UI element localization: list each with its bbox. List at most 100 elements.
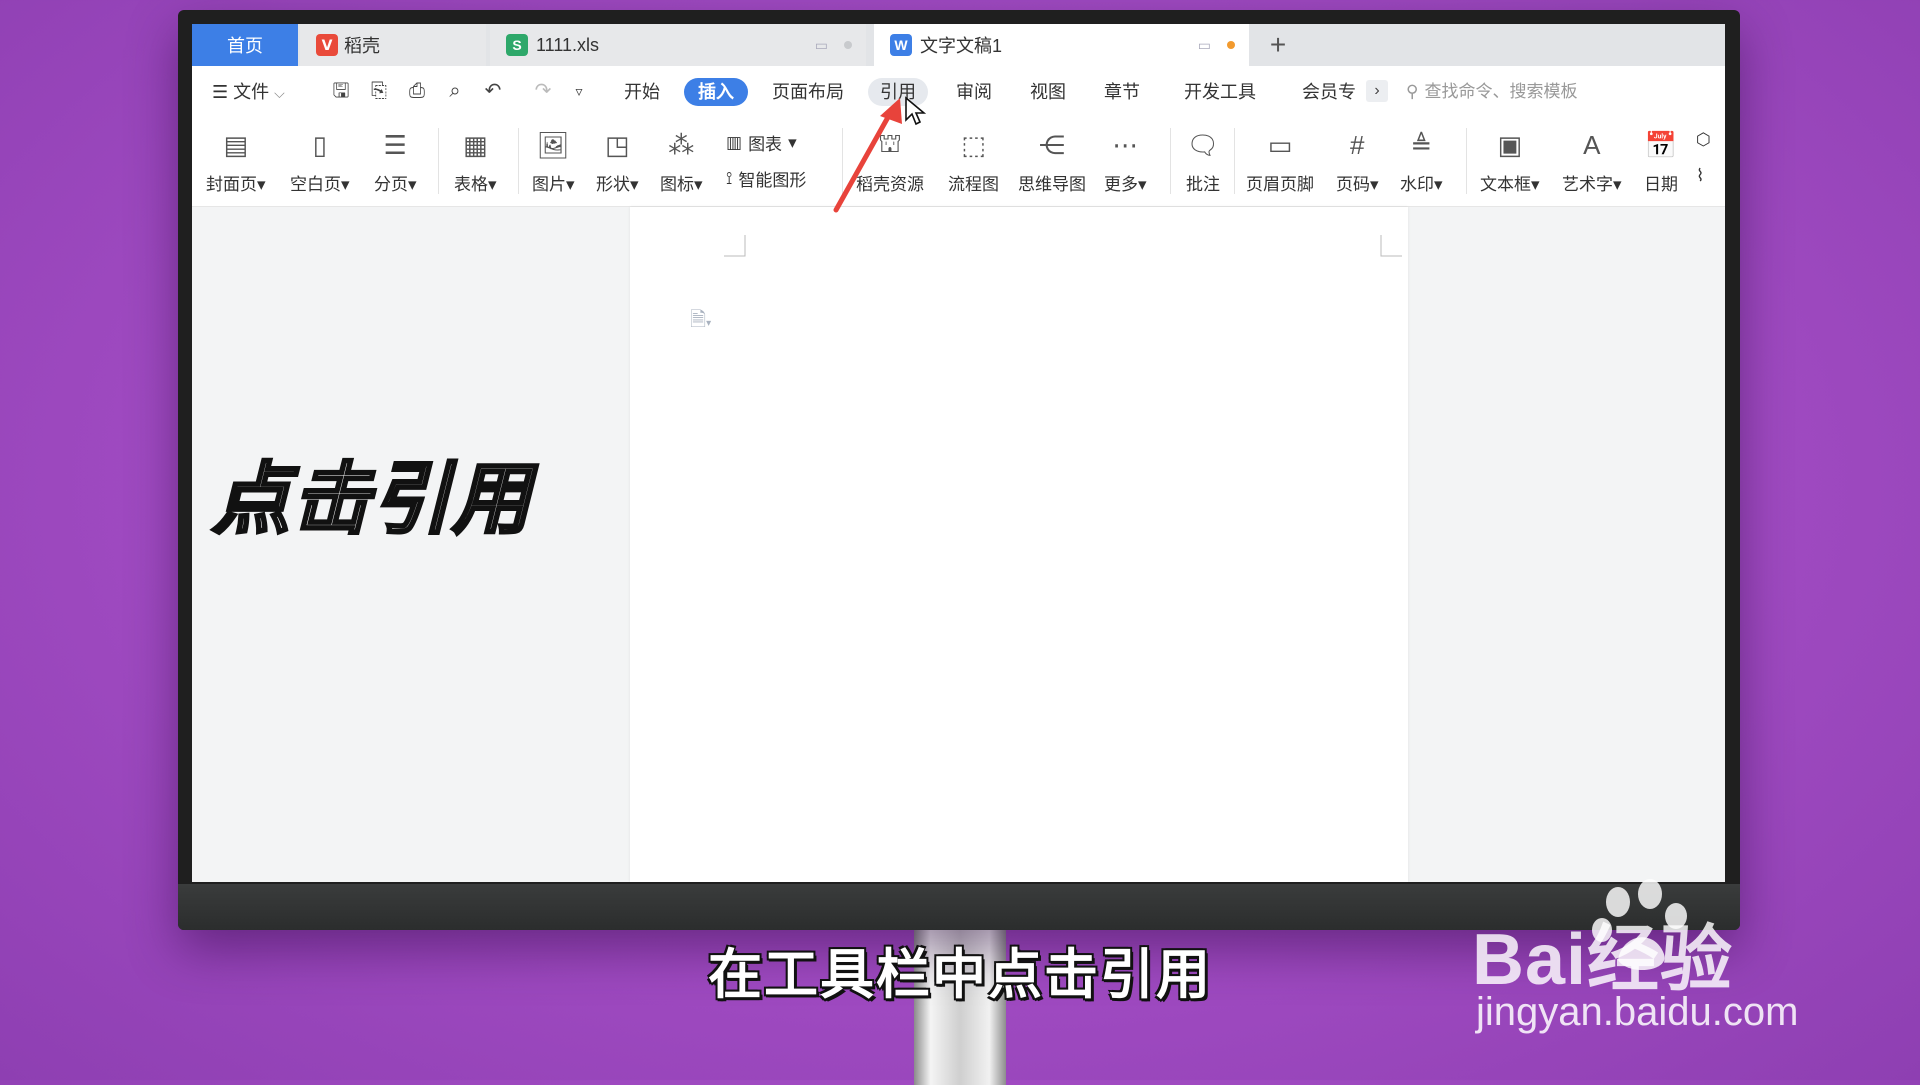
table-button[interactable]: ▦ 表格▾ bbox=[454, 126, 497, 195]
menu-view[interactable]: 视图 bbox=[1030, 80, 1066, 104]
icons-grid-icon: ⁂ bbox=[668, 129, 695, 160]
header-footer-button[interactable]: ▭ 页眉页脚 bbox=[1246, 126, 1314, 195]
document-page[interactable]: 🗎▾ bbox=[630, 207, 1408, 882]
margin-corner-top-right bbox=[1380, 235, 1402, 257]
divider bbox=[1234, 128, 1235, 194]
daoke-icon: ᐯ bbox=[316, 34, 338, 56]
export-icon[interactable]: ⎘ bbox=[368, 80, 390, 102]
menu-review[interactable]: 审阅 bbox=[956, 80, 992, 104]
date-label: 日期 bbox=[1644, 175, 1678, 194]
smartart-icon: ⟟ bbox=[726, 168, 733, 188]
cube-icon: ⬡ bbox=[1696, 130, 1711, 149]
unsaved-dot bbox=[1227, 41, 1235, 49]
menu-insert[interactable]: 插入 bbox=[684, 78, 748, 106]
menu-member[interactable]: 会员专 bbox=[1302, 80, 1356, 104]
picture-label: 图片 bbox=[532, 175, 566, 194]
tab-home-label: 首页 bbox=[227, 36, 263, 56]
more-button[interactable]: ⋯ 更多▾ bbox=[1104, 126, 1147, 195]
wordart-button[interactable]: A 艺术字▾ bbox=[1562, 126, 1622, 195]
redo-icon[interactable]: ↷ bbox=[532, 80, 554, 102]
search-icon: ⚲ bbox=[1406, 82, 1419, 101]
page-break-icon: ☰ bbox=[383, 129, 407, 160]
customize-toolbar-icon[interactable]: ▿ bbox=[568, 80, 590, 102]
margin-corner-top-left bbox=[724, 235, 746, 257]
wordart-icon: A bbox=[1583, 129, 1601, 160]
print-preview-icon[interactable]: ⌕ bbox=[444, 80, 466, 102]
tab-xls-label: 1111.xls bbox=[536, 34, 600, 55]
object-button[interactable]: ⬡ bbox=[1696, 130, 1711, 150]
save-icon[interactable]: 🖫 bbox=[330, 80, 352, 102]
tab-doc[interactable]: W 文字文稿1 ▭ bbox=[874, 24, 1249, 66]
watermark-label: 水印 bbox=[1400, 175, 1434, 194]
header-footer-icon: ▭ bbox=[1267, 129, 1293, 160]
picture-button[interactable]: 🖼 图片▾ bbox=[532, 126, 575, 195]
ellipsis-icon: ⋯ bbox=[1112, 129, 1139, 160]
chevron-right-icon[interactable]: › bbox=[1366, 80, 1388, 102]
tab-status-dot bbox=[844, 41, 852, 49]
chart-button[interactable]: ▥ 图表 ▾ bbox=[726, 130, 797, 155]
comment-label: 批注 bbox=[1186, 175, 1220, 194]
divider bbox=[1466, 128, 1467, 194]
hamburger-icon: ☰ bbox=[212, 82, 229, 102]
divider bbox=[1170, 128, 1171, 194]
spreadsheet-icon: S bbox=[506, 34, 528, 56]
tab-bar: 首页 ᐯ 稻壳 S 1111.xls ▭ W 文字文稿1 ▭ + bbox=[192, 24, 1725, 66]
watermark-url: jingyan.baidu.com bbox=[1476, 990, 1799, 1034]
monitor-small-icon[interactable]: ▭ bbox=[815, 37, 828, 54]
table-icon: ▦ bbox=[462, 129, 488, 160]
page-break-button[interactable]: ☰ 分页▾ bbox=[374, 126, 417, 195]
watermark-button[interactable]: ≜ 水印▾ bbox=[1400, 126, 1443, 195]
wordart-label: 艺术字 bbox=[1562, 175, 1613, 194]
menu-section[interactable]: 章节 bbox=[1104, 80, 1140, 104]
page-break-label: 分页 bbox=[374, 175, 408, 194]
blank-page-button[interactable]: ▯ 空白页▾ bbox=[290, 126, 350, 195]
shape-button[interactable]: ◳ 形状▾ bbox=[596, 126, 639, 195]
mindmap-button[interactable]: ⋲ 思维导图 bbox=[1018, 126, 1086, 195]
attachment-button[interactable]: ⌇ bbox=[1696, 166, 1704, 186]
picture-icon: 🖼 bbox=[536, 129, 570, 160]
writer-icon: W bbox=[890, 34, 912, 56]
divider bbox=[438, 128, 439, 194]
comment-button[interactable]: 🗨 批注 bbox=[1184, 126, 1222, 195]
new-tab-button[interactable]: + bbox=[1258, 24, 1298, 66]
tab-daoke[interactable]: ᐯ 稻壳 bbox=[300, 24, 486, 66]
menu-start[interactable]: 开始 bbox=[624, 80, 660, 104]
icon-library-button[interactable]: ⁂ 图标▾ bbox=[660, 126, 703, 195]
more-label: 更多 bbox=[1104, 175, 1138, 194]
textbox-icon: ▣ bbox=[1497, 129, 1523, 160]
undo-icon[interactable]: ↶ bbox=[482, 80, 504, 102]
blank-page-icon: ▯ bbox=[312, 129, 327, 160]
divider bbox=[518, 128, 519, 194]
print-icon[interactable]: ⎙ bbox=[406, 80, 428, 102]
tab-home[interactable]: 首页 bbox=[192, 24, 298, 66]
smartart-label: 智能图形 bbox=[738, 171, 807, 190]
smartart-button[interactable]: ⟟ 智能图形 bbox=[726, 166, 806, 191]
textbox-label: 文本框 bbox=[1480, 175, 1531, 194]
cover-page-button[interactable]: ▤ 封面页▾ bbox=[206, 126, 266, 195]
search-box[interactable]: ⚲ 查找命令、搜索模板 bbox=[1406, 78, 1706, 106]
paste-options-icon[interactable]: 🗎▾ bbox=[690, 305, 711, 339]
cover-page-icon: ▤ bbox=[223, 129, 249, 160]
watermark-icon: ≜ bbox=[1410, 129, 1433, 160]
page-number-icon: # bbox=[1350, 129, 1365, 160]
flowchart-icon: ⬚ bbox=[961, 129, 986, 160]
shape-label: 形状 bbox=[596, 175, 630, 194]
calendar-icon: 📅 bbox=[1644, 129, 1678, 160]
document-area: 🗎▾ 点击引用 bbox=[192, 207, 1725, 882]
file-menu[interactable]: ☰ 文件 ⌵ bbox=[212, 80, 285, 104]
page-number-button[interactable]: # 页码▾ bbox=[1336, 126, 1379, 195]
mouse-cursor-icon bbox=[905, 96, 926, 126]
date-button[interactable]: 📅 日期 bbox=[1642, 126, 1680, 195]
icon-library-label: 图标 bbox=[660, 175, 694, 194]
header-footer-label: 页眉页脚 bbox=[1246, 175, 1314, 194]
flowchart-button[interactable]: ⬚ 流程图 bbox=[948, 126, 999, 195]
textbox-button[interactable]: ▣ 文本框▾ bbox=[1480, 126, 1540, 195]
tab-daoke-label: 稻壳 bbox=[344, 36, 380, 56]
menu-developer[interactable]: 开发工具 bbox=[1184, 80, 1256, 104]
tab-xls[interactable]: S 1111.xls ▭ bbox=[490, 24, 866, 66]
comment-icon: 🗨 bbox=[1186, 129, 1220, 160]
monitor-small-icon[interactable]: ▭ bbox=[1198, 37, 1211, 54]
ribbon-insert: ▤ 封面页▾ ▯ 空白页▾ ☰ 分页▾ ▦ 表格▾ 🖼 图片▾ ◳ 形状▾ ⁂ 图标▾ ▥ 图表… bbox=[192, 118, 1725, 207]
mindmap-icon: ⋲ bbox=[1039, 129, 1065, 160]
plus-icon: + bbox=[1269, 29, 1287, 60]
